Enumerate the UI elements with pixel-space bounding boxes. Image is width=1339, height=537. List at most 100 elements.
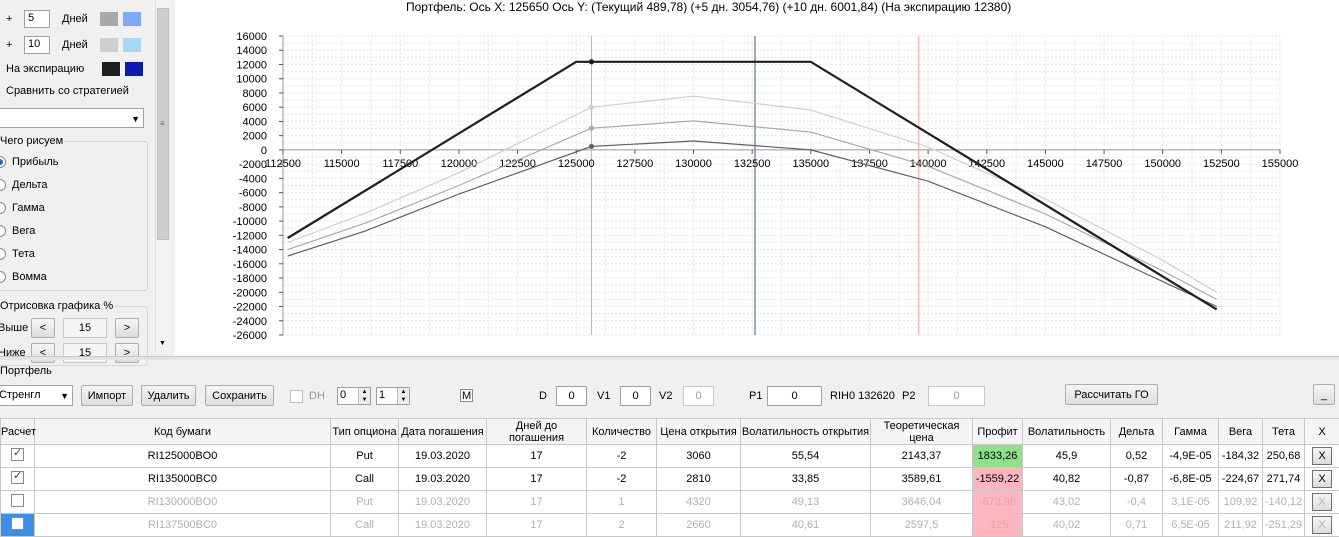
dh-checkbox[interactable] (290, 390, 303, 403)
cell-delta[interactable]: -0,87 (1111, 468, 1163, 491)
cell-vega[interactable]: 109,92 (1219, 491, 1263, 514)
cell-theta[interactable]: -251,29 (1263, 514, 1305, 537)
cell-type[interactable]: Put (331, 491, 399, 514)
delete-button[interactable]: Удалить (141, 385, 196, 406)
cell-code[interactable]: RI125000BO0 (35, 445, 331, 468)
cell-gamma[interactable]: 3,1E-05 (1163, 491, 1219, 514)
row-checkbox[interactable] (11, 471, 24, 484)
cell-days[interactable]: 17 (487, 468, 587, 491)
cell-profit[interactable]: -673,96 (973, 491, 1023, 514)
col-header[interactable]: Тета (1263, 419, 1305, 445)
col-header[interactable]: Гамма (1163, 419, 1219, 445)
cell-date[interactable]: 19.03.2020 (399, 468, 487, 491)
cell-price[interactable]: 3060 (657, 445, 741, 468)
row-checkbox-cell[interactable] (1, 491, 35, 514)
p1-input[interactable]: 0 (767, 386, 822, 406)
cell-profit[interactable]: -1559,22 (973, 468, 1023, 491)
col-header[interactable]: Теоретическая цена (871, 419, 973, 445)
cell-delta[interactable]: -0,4 (1111, 491, 1163, 514)
cell-vol[interactable]: 45,9 (1023, 445, 1111, 468)
table-row[interactable]: RI135000BC0Call19.03.202017-2281033,8535… (1, 468, 1339, 491)
cell-qty[interactable]: 2 (587, 514, 657, 537)
row-checkbox-cell[interactable] (1, 468, 35, 491)
row-checkbox[interactable] (11, 448, 24, 461)
spin-arrows-icon[interactable]: ▲▼ (358, 388, 370, 404)
save-button[interactable]: Сохранить (205, 385, 274, 406)
cell-vol-open[interactable]: 33,85 (741, 468, 871, 491)
cell-date[interactable]: 19.03.2020 (399, 445, 487, 468)
col-header[interactable]: Дней до погашения (487, 419, 587, 445)
p2-input[interactable]: 0 (928, 386, 985, 406)
splitter[interactable] (0, 356, 1339, 360)
col-header[interactable]: Цена открытия (657, 419, 741, 445)
cell-vol[interactable]: 40,82 (1023, 468, 1111, 491)
cell-profit[interactable]: 1833,26 (973, 445, 1023, 468)
v2-input[interactable]: 0 (683, 386, 714, 406)
cell-days[interactable]: 17 (487, 514, 587, 537)
cell-days[interactable]: 17 (487, 491, 587, 514)
cell-vega[interactable]: -184,32 (1219, 445, 1263, 468)
col-header[interactable]: Волатильность открытия (741, 419, 871, 445)
row-checkbox[interactable] (11, 517, 24, 530)
cell-vol[interactable]: 43,02 (1023, 491, 1111, 514)
cell-vol-open[interactable]: 49,13 (741, 491, 871, 514)
d-input[interactable]: 0 (556, 386, 587, 406)
col-header[interactable]: Волатильность (1023, 419, 1111, 445)
col-header[interactable]: Код бумаги (35, 419, 331, 445)
cell-qty[interactable]: -2 (587, 445, 657, 468)
table-row[interactable]: RI137500BC0Call19.03.2020172266040,61259… (1, 514, 1339, 537)
col-header[interactable]: Тип опциона (331, 419, 399, 445)
row-checkbox[interactable] (11, 494, 24, 507)
cell-days[interactable]: 17 (487, 445, 587, 468)
cell-price[interactable]: 4320 (657, 491, 741, 514)
cell-theta[interactable]: -140,12 (1263, 491, 1305, 514)
cell-theta[interactable]: 250,68 (1263, 445, 1305, 468)
cell-code[interactable]: RI130000BO0 (35, 491, 331, 514)
table-row[interactable]: RI125000BO0Put19.03.202017-2306055,54214… (1, 445, 1339, 468)
cell-profit[interactable]: -125 (973, 514, 1023, 537)
cell-theo[interactable]: 2597,5 (871, 514, 973, 537)
col-header[interactable]: Дельта (1111, 419, 1163, 445)
cell-theo[interactable]: 3589,61 (871, 468, 973, 491)
cell-price[interactable]: 2810 (657, 468, 741, 491)
cell-gamma[interactable]: -4,9E-05 (1163, 445, 1219, 468)
spin-b[interactable]: 1 ▲▼ (376, 387, 410, 405)
cell-vol[interactable]: 40,02 (1023, 514, 1111, 537)
col-header[interactable]: Количество (587, 419, 657, 445)
table-row[interactable]: RI130000BO0Put19.03.2020171432049,133646… (1, 491, 1339, 514)
remove-row-button[interactable]: X (1312, 470, 1332, 488)
cell-price[interactable]: 2660 (657, 514, 741, 537)
cell-delta[interactable]: 0,52 (1111, 445, 1163, 468)
minimize-button[interactable]: _ (1313, 384, 1335, 405)
remove-row-button[interactable]: X (1312, 516, 1332, 534)
cell-theta[interactable]: 271,74 (1263, 468, 1305, 491)
cell-vol-open[interactable]: 40,61 (741, 514, 871, 537)
col-header[interactable]: Профит (973, 419, 1023, 445)
remove-row-button[interactable]: X (1312, 493, 1332, 511)
strategy-select[interactable]: Стренгл ▼ (0, 385, 73, 406)
cell-type[interactable]: Call (331, 468, 399, 491)
row-checkbox-cell[interactable] (1, 514, 35, 537)
calc-go-button[interactable]: Рассчитать ГО (1065, 384, 1158, 405)
cell-gamma[interactable]: -6,8E-05 (1163, 468, 1219, 491)
v1-input[interactable]: 0 (620, 386, 651, 406)
cell-type[interactable]: Call (331, 514, 399, 537)
cell-code[interactable]: RI137500BC0 (35, 514, 331, 537)
spin-a[interactable]: 0 ▲▼ (337, 387, 371, 405)
remove-row-button[interactable]: X (1312, 447, 1332, 465)
cell-qty[interactable]: -2 (587, 468, 657, 491)
col-header[interactable]: X (1305, 419, 1339, 445)
cell-qty[interactable]: 1 (587, 491, 657, 514)
cell-vega[interactable]: 211,92 (1219, 514, 1263, 537)
cell-vega[interactable]: -224,67 (1219, 468, 1263, 491)
cell-code[interactable]: RI135000BC0 (35, 468, 331, 491)
cell-theo[interactable]: 2143,37 (871, 445, 973, 468)
row-checkbox-cell[interactable] (1, 445, 35, 468)
spin-arrows-icon[interactable]: ▲▼ (397, 388, 409, 404)
cell-date[interactable]: 19.03.2020 (399, 491, 487, 514)
col-header[interactable]: Расчет (1, 419, 35, 445)
cell-vol-open[interactable]: 55,54 (741, 445, 871, 468)
import-button[interactable]: Импорт (81, 385, 133, 406)
cell-type[interactable]: Put (331, 445, 399, 468)
col-header[interactable]: Вега (1219, 419, 1263, 445)
